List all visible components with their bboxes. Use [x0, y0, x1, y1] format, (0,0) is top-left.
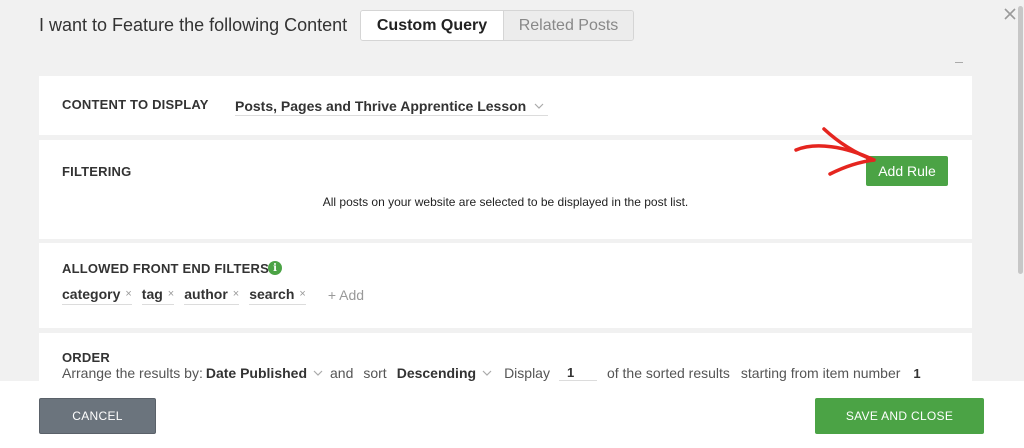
dialog-header: I want to Feature the following Content … — [0, 0, 1024, 60]
arrange-by-select[interactable]: Date Published — [206, 365, 323, 381]
content-type-select[interactable]: Posts, Pages and Thrive Apprentice Lesso… — [235, 96, 549, 116]
sorted-results-text: of the sorted results — [606, 365, 730, 381]
starting-text: starting from item number — [740, 365, 901, 381]
and-text: and — [330, 365, 354, 381]
sort-direction-select[interactable]: Descending — [397, 365, 492, 381]
red-arrow-annotation — [794, 127, 876, 176]
add-filter-button[interactable]: + Add — [328, 287, 364, 303]
save-and-close-button[interactable]: SAVE AND CLOSE — [815, 398, 984, 434]
collapse-handle[interactable] — [955, 62, 963, 63]
filter-tag-tag: tag × — [141, 285, 175, 305]
tab-related-posts[interactable]: Related Posts — [504, 11, 633, 40]
arrange-by-value: Date Published — [205, 365, 307, 381]
sort-direction-value: Descending — [396, 365, 477, 381]
front-end-filters-panel: ALLOWED FRONT END FILTERS i category × t… — [39, 243, 972, 328]
display-count-input[interactable]: 1 — [558, 365, 597, 381]
front-end-filters-label: ALLOWED FRONT END FILTERS — [62, 261, 269, 276]
remove-tag-icon[interactable]: × — [168, 288, 174, 300]
chevron-down-icon — [482, 370, 492, 376]
arrange-text: Arrange the results by: — [62, 365, 203, 381]
sort-text: sort — [363, 365, 387, 381]
filter-tag-label: tag — [141, 286, 163, 302]
filter-tag-label: author — [184, 286, 228, 302]
order-settings: Arrange the results by: Date Published a… — [62, 365, 921, 381]
filter-tag-label: category — [62, 286, 121, 302]
content-type-value: Posts, Pages and Thrive Apprentice Lesso… — [235, 97, 527, 114]
start-item-input[interactable]: 1 — [913, 366, 920, 381]
remove-tag-icon[interactable]: × — [125, 288, 131, 300]
filter-tag-search: search × — [249, 285, 306, 305]
dialog-footer: CANCEL SAVE AND CLOSE — [0, 381, 1024, 448]
chevron-down-icon — [534, 103, 544, 109]
filtering-label: FILTERING — [62, 164, 132, 179]
order-panel: ORDER Arrange the results by: Date Publi… — [39, 333, 972, 381]
filter-tag-label: search — [249, 286, 295, 302]
scrollbar-thumb[interactable] — [1018, 6, 1023, 274]
remove-tag-icon[interactable]: × — [233, 288, 239, 300]
filter-tag-category: category × — [62, 285, 132, 305]
chevron-down-icon — [313, 370, 323, 376]
content-to-display-label: CONTENT TO DISPLAY — [62, 97, 209, 112]
filtering-message: All posts on your website are selected t… — [322, 195, 689, 209]
order-label: ORDER — [62, 350, 110, 365]
filter-tag-author: author × — [184, 285, 240, 305]
display-text: Display — [504, 365, 550, 381]
dialog-title: I want to Feature the following Content — [39, 15, 348, 35]
query-tabs: Custom Query Related Posts — [360, 10, 634, 41]
filter-tags: category × tag × author × search × + Add — [62, 285, 364, 305]
cancel-button[interactable]: CANCEL — [39, 398, 156, 434]
tab-custom-query[interactable]: Custom Query — [361, 11, 504, 40]
remove-tag-icon[interactable]: × — [299, 288, 305, 300]
info-icon[interactable]: i — [268, 261, 282, 275]
